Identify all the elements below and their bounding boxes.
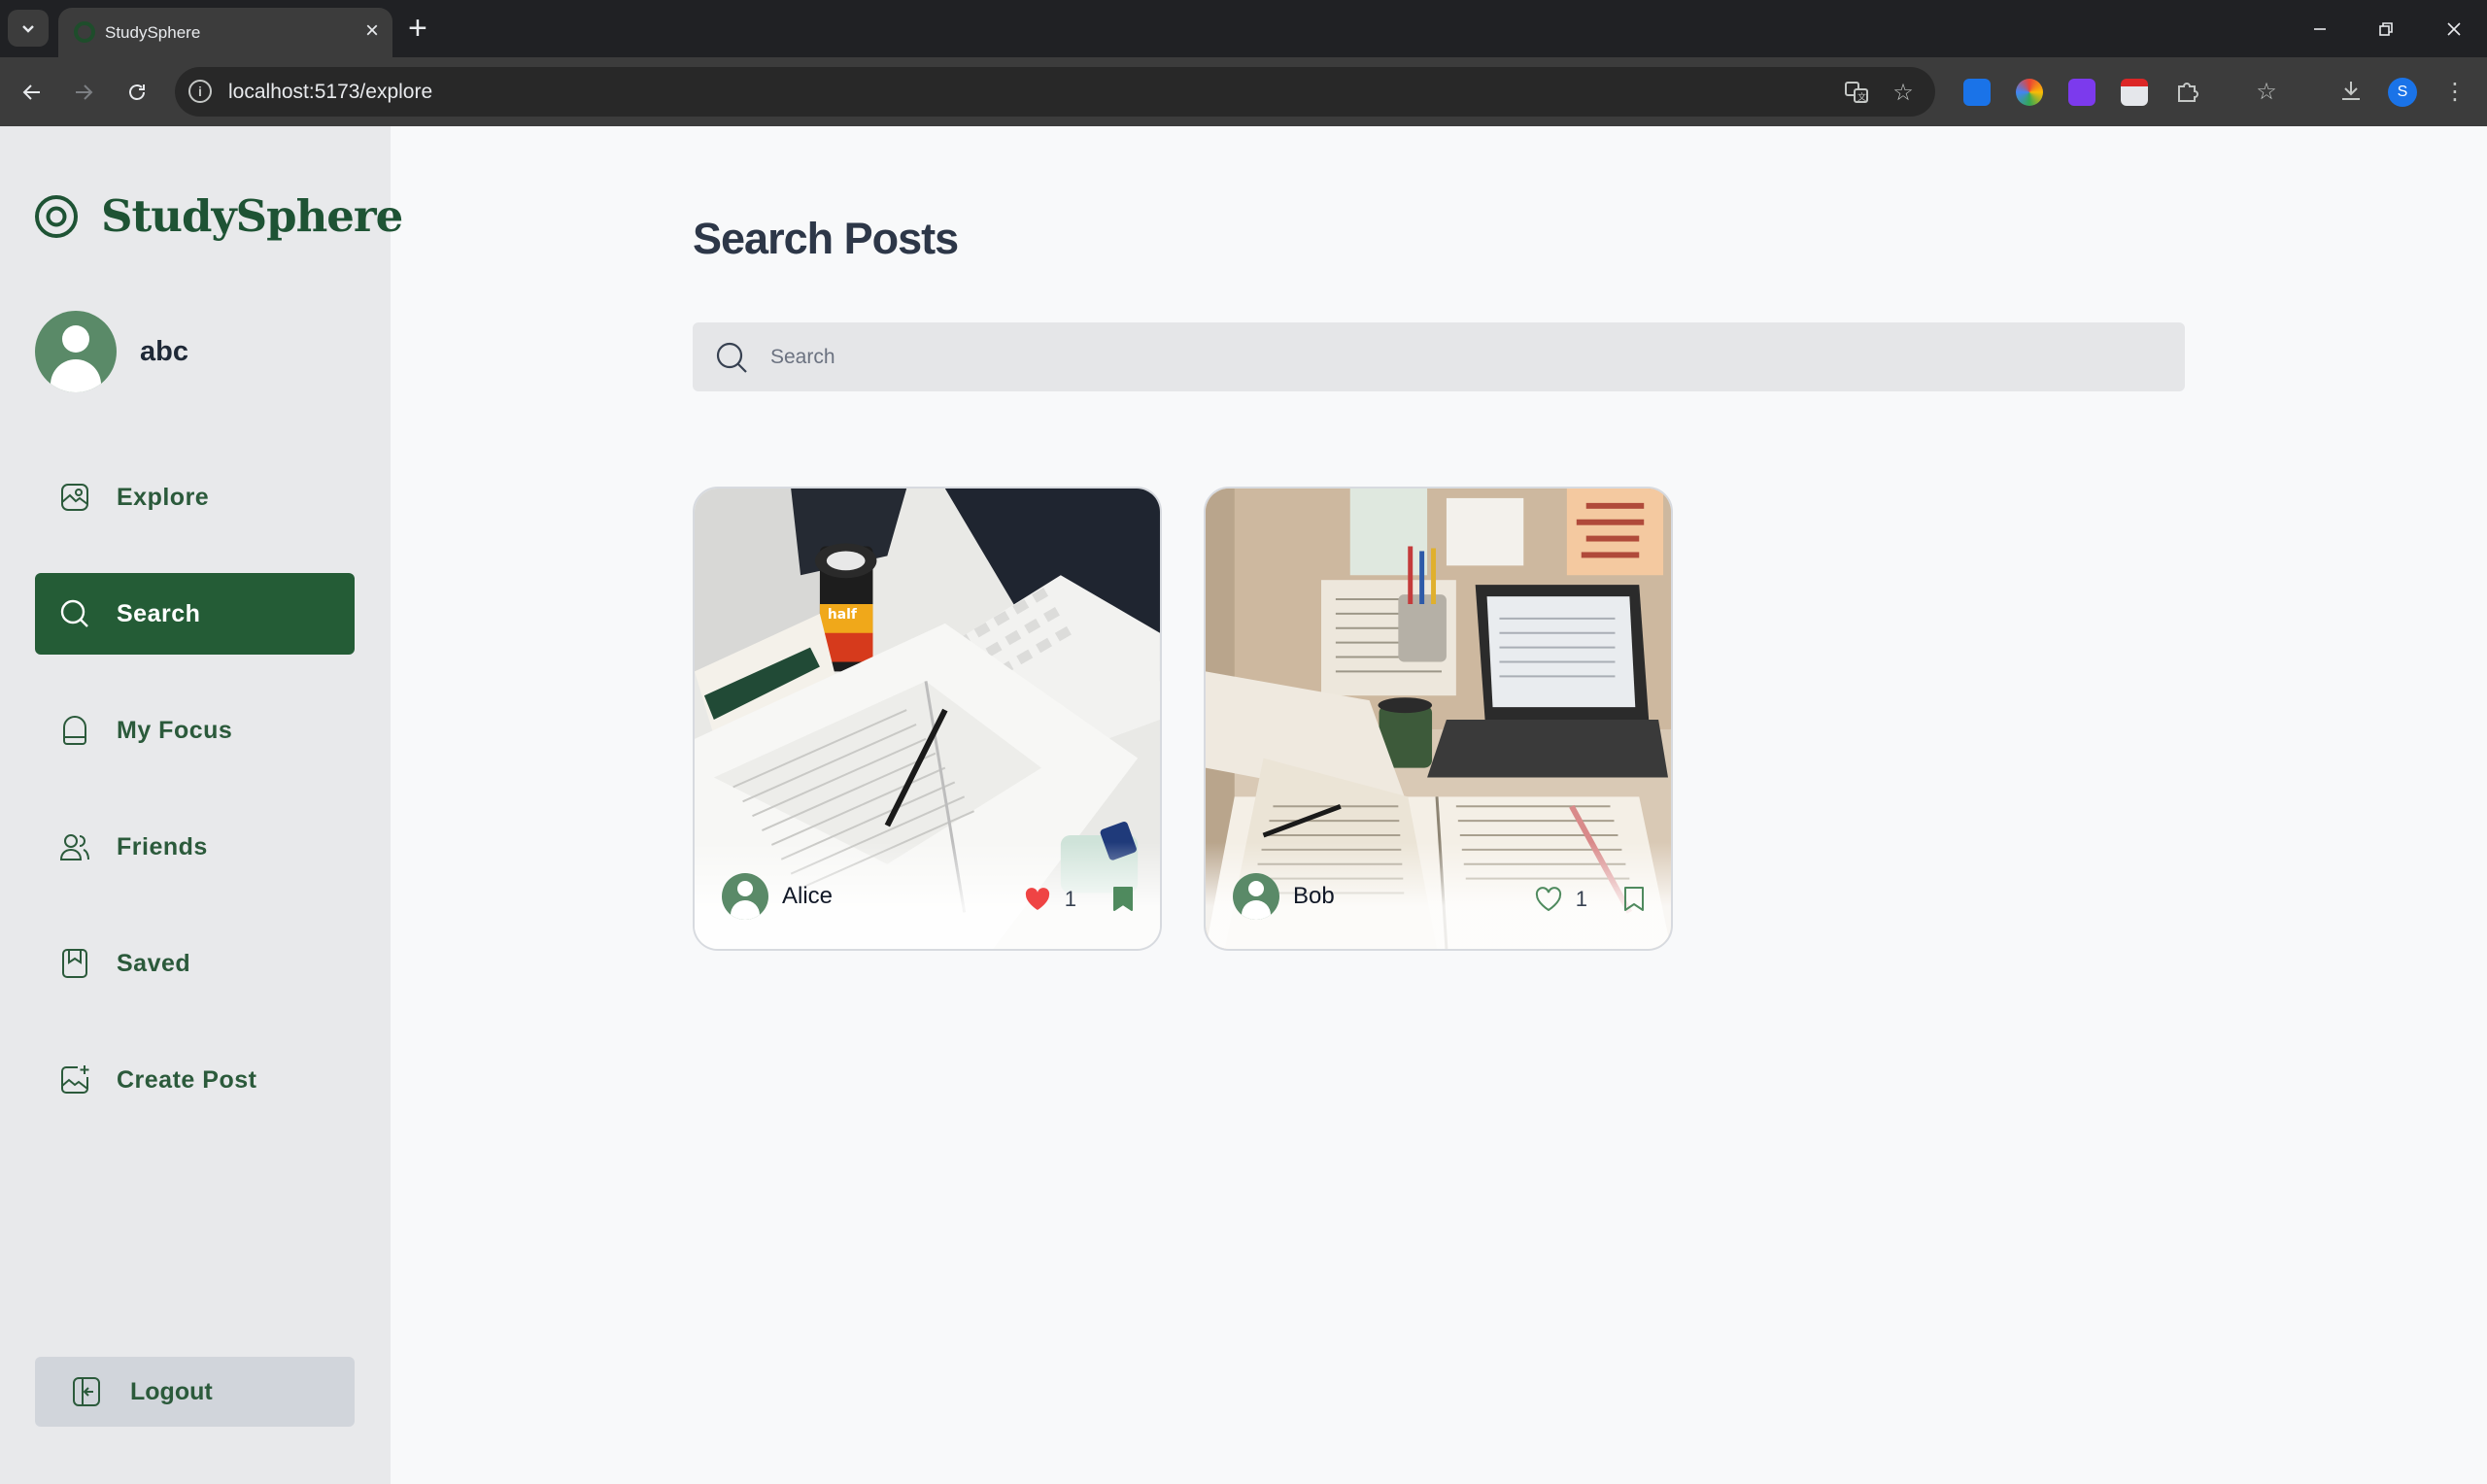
chevron-down-icon — [22, 25, 34, 33]
avatar — [35, 311, 117, 392]
heart-outline-icon — [1535, 887, 1561, 912]
like-button[interactable]: 1 — [1024, 887, 1076, 912]
bookmark-filled-icon[interactable] — [1111, 885, 1135, 912]
sidebar-item-search[interactable]: Search — [35, 573, 355, 655]
like-button[interactable]: 1 — [1535, 887, 1587, 912]
friends-icon — [59, 834, 89, 860]
extension-color-icon[interactable] — [2016, 79, 2043, 106]
sidebar-item-label: Friends — [117, 832, 208, 860]
browser-tabstrip: StudySphere × + — [0, 0, 2487, 57]
puzzle-icon[interactable] — [2174, 79, 2199, 104]
close-icon — [2447, 22, 2461, 36]
search-icon — [716, 342, 747, 373]
post-author[interactable]: Alice — [722, 873, 833, 920]
extension-calendar-icon[interactable] — [2121, 79, 2148, 106]
sidebar: StudySphere abc Explore Search My Focus … — [0, 126, 403, 1484]
forward-button[interactable] — [64, 73, 103, 112]
post-card[interactable]: Bob 1 — [1204, 487, 1673, 951]
brand-name: StudySphere — [101, 190, 403, 242]
sidebar-item-explore[interactable]: Explore — [35, 456, 355, 538]
user-profile[interactable]: abc — [35, 311, 188, 392]
browser-toolbar: i localhost:5173/explore 文 ☆ ☆ S ⋮ — [0, 57, 2487, 126]
create-post-icon — [61, 1065, 89, 1094]
like-count: 1 — [1575, 887, 1587, 911]
reading-list-icon[interactable]: ☆ — [2254, 79, 2279, 105]
tab-title: StudySphere — [105, 23, 201, 42]
username: abc — [140, 335, 188, 367]
translate-icon[interactable]: 文 — [1844, 80, 1869, 105]
profile-avatar[interactable]: S — [2388, 78, 2417, 107]
post-card[interactable]: half Alice 1 — [693, 487, 1162, 951]
reload-icon — [129, 84, 145, 100]
brand-logo[interactable]: StudySphere — [33, 190, 403, 242]
sidebar-item-friends[interactable]: Friends — [35, 806, 355, 888]
extension-purple-icon[interactable] — [2068, 79, 2095, 106]
close-window-button[interactable] — [2425, 10, 2483, 49]
star-icon[interactable]: ☆ — [1891, 80, 1916, 106]
sidebar-item-create-post[interactable]: Create Post — [35, 1039, 355, 1121]
sidebar-item-label: My Focus — [117, 716, 233, 744]
restore-button[interactable] — [2357, 10, 2415, 49]
svg-text:half: half — [828, 607, 858, 623]
like-count: 1 — [1064, 887, 1076, 911]
reload-button[interactable] — [118, 73, 156, 112]
close-tab-icon[interactable]: × — [365, 18, 379, 44]
logout-button[interactable]: Logout — [35, 1357, 355, 1427]
explore-icon — [61, 484, 88, 511]
bookmark-icon — [62, 949, 87, 978]
svg-text:文: 文 — [1857, 91, 1866, 103]
post-author[interactable]: Bob — [1233, 873, 1335, 920]
back-button[interactable] — [13, 73, 51, 112]
minimize-icon — [2314, 28, 2326, 30]
extension-translate-icon[interactable] — [1963, 79, 1991, 106]
page-title: Search Posts — [693, 214, 959, 263]
download-icon[interactable] — [2338, 79, 2364, 104]
search-bar[interactable] — [693, 322, 2185, 391]
sidebar-item-label: Create Post — [117, 1065, 257, 1094]
site-info-icon[interactable]: i — [188, 80, 212, 103]
sidebar-item-saved[interactable]: Saved — [35, 923, 355, 1004]
avatar — [722, 873, 768, 920]
favicon-icon — [74, 21, 95, 43]
minimize-button[interactable] — [2291, 10, 2349, 49]
back-arrow-icon — [22, 84, 40, 100]
tab-search-button[interactable] — [8, 10, 49, 47]
avatar — [1233, 873, 1279, 920]
logout-icon — [73, 1377, 100, 1406]
url-text[interactable]: localhost:5173/explore — [228, 81, 432, 104]
focus-icon — [63, 716, 86, 745]
forward-arrow-icon — [76, 84, 93, 100]
new-tab-button[interactable]: + — [408, 11, 427, 46]
logo-icon — [35, 194, 78, 238]
kebab-menu-icon[interactable]: ⋮ — [2442, 79, 2468, 105]
sidebar-item-label: Explore — [117, 483, 210, 511]
bookmark-outline-icon[interactable] — [1622, 885, 1646, 912]
heart-filled-icon — [1025, 888, 1049, 910]
search-icon — [60, 599, 88, 627]
logout-label: Logout — [130, 1377, 213, 1405]
browser-tab[interactable]: StudySphere × — [58, 8, 392, 57]
sidebar-item-my-focus[interactable]: My Focus — [35, 690, 355, 771]
restore-icon — [2379, 22, 2393, 36]
author-name: Alice — [782, 883, 834, 909]
address-bar[interactable]: i localhost:5173/explore 文 ☆ — [175, 67, 1935, 117]
sidebar-item-label: Search — [117, 599, 201, 627]
sidebar-item-label: Saved — [117, 949, 191, 977]
author-name: Bob — [1293, 883, 1335, 909]
search-input[interactable] — [770, 322, 2150, 391]
